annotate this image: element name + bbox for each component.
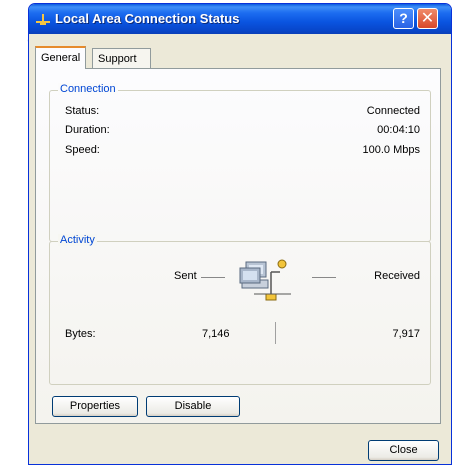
activity-group-title: Activity	[58, 234, 97, 246]
general-tab-panel: Connection Status: Connected Duration: 0…	[35, 68, 441, 424]
speed-value: 100.0 Mbps	[362, 144, 420, 156]
window-title: Local Area Connection Status	[55, 11, 240, 26]
tab-general[interactable]: General	[35, 46, 87, 69]
connection-group-title: Connection	[58, 83, 118, 95]
help-button[interactable]: ?	[393, 8, 414, 29]
close-window-button[interactable]: ✕	[417, 8, 438, 29]
close-button[interactable]: Close	[368, 440, 439, 461]
bytes-divider	[275, 322, 276, 344]
tab-support[interactable]: Support	[92, 48, 151, 68]
disable-button[interactable]: Disable	[146, 396, 240, 417]
tab-support-label: Support	[98, 53, 137, 65]
status-row: Status: Connected	[50, 105, 420, 119]
sent-bytes-value: 7,146	[202, 328, 230, 340]
properties-button[interactable]: Properties	[52, 396, 138, 417]
tab-general-label: General	[41, 52, 81, 64]
connection-group: Connection Status: Connected Duration: 0…	[49, 83, 431, 242]
bytes-label: Bytes:	[65, 328, 96, 340]
speed-label: Speed:	[65, 144, 100, 156]
received-connector-line	[312, 277, 336, 278]
network-connection-icon	[36, 14, 50, 25]
status-dialog: Local Area Connection Status ? ✕ General…	[28, 3, 452, 465]
sent-connector-line	[201, 277, 225, 278]
speed-row: Speed: 100.0 Mbps	[50, 144, 420, 158]
sent-label: Sent	[174, 270, 197, 282]
title-bar[interactable]: Local Area Connection Status ? ✕	[29, 4, 451, 34]
status-value: Connected	[366, 105, 420, 117]
received-label: Received	[374, 270, 420, 282]
duration-row: Duration: 00:04:10	[50, 124, 420, 138]
duration-label: Duration:	[65, 124, 110, 136]
network-computers-icon	[239, 259, 291, 301]
received-bytes-value: 7,917	[392, 328, 420, 340]
status-label: Status:	[65, 105, 100, 117]
activity-group: Activity Sent Received Bytes: 7,146 7,91…	[49, 234, 431, 385]
duration-value: 00:04:10	[377, 124, 420, 136]
